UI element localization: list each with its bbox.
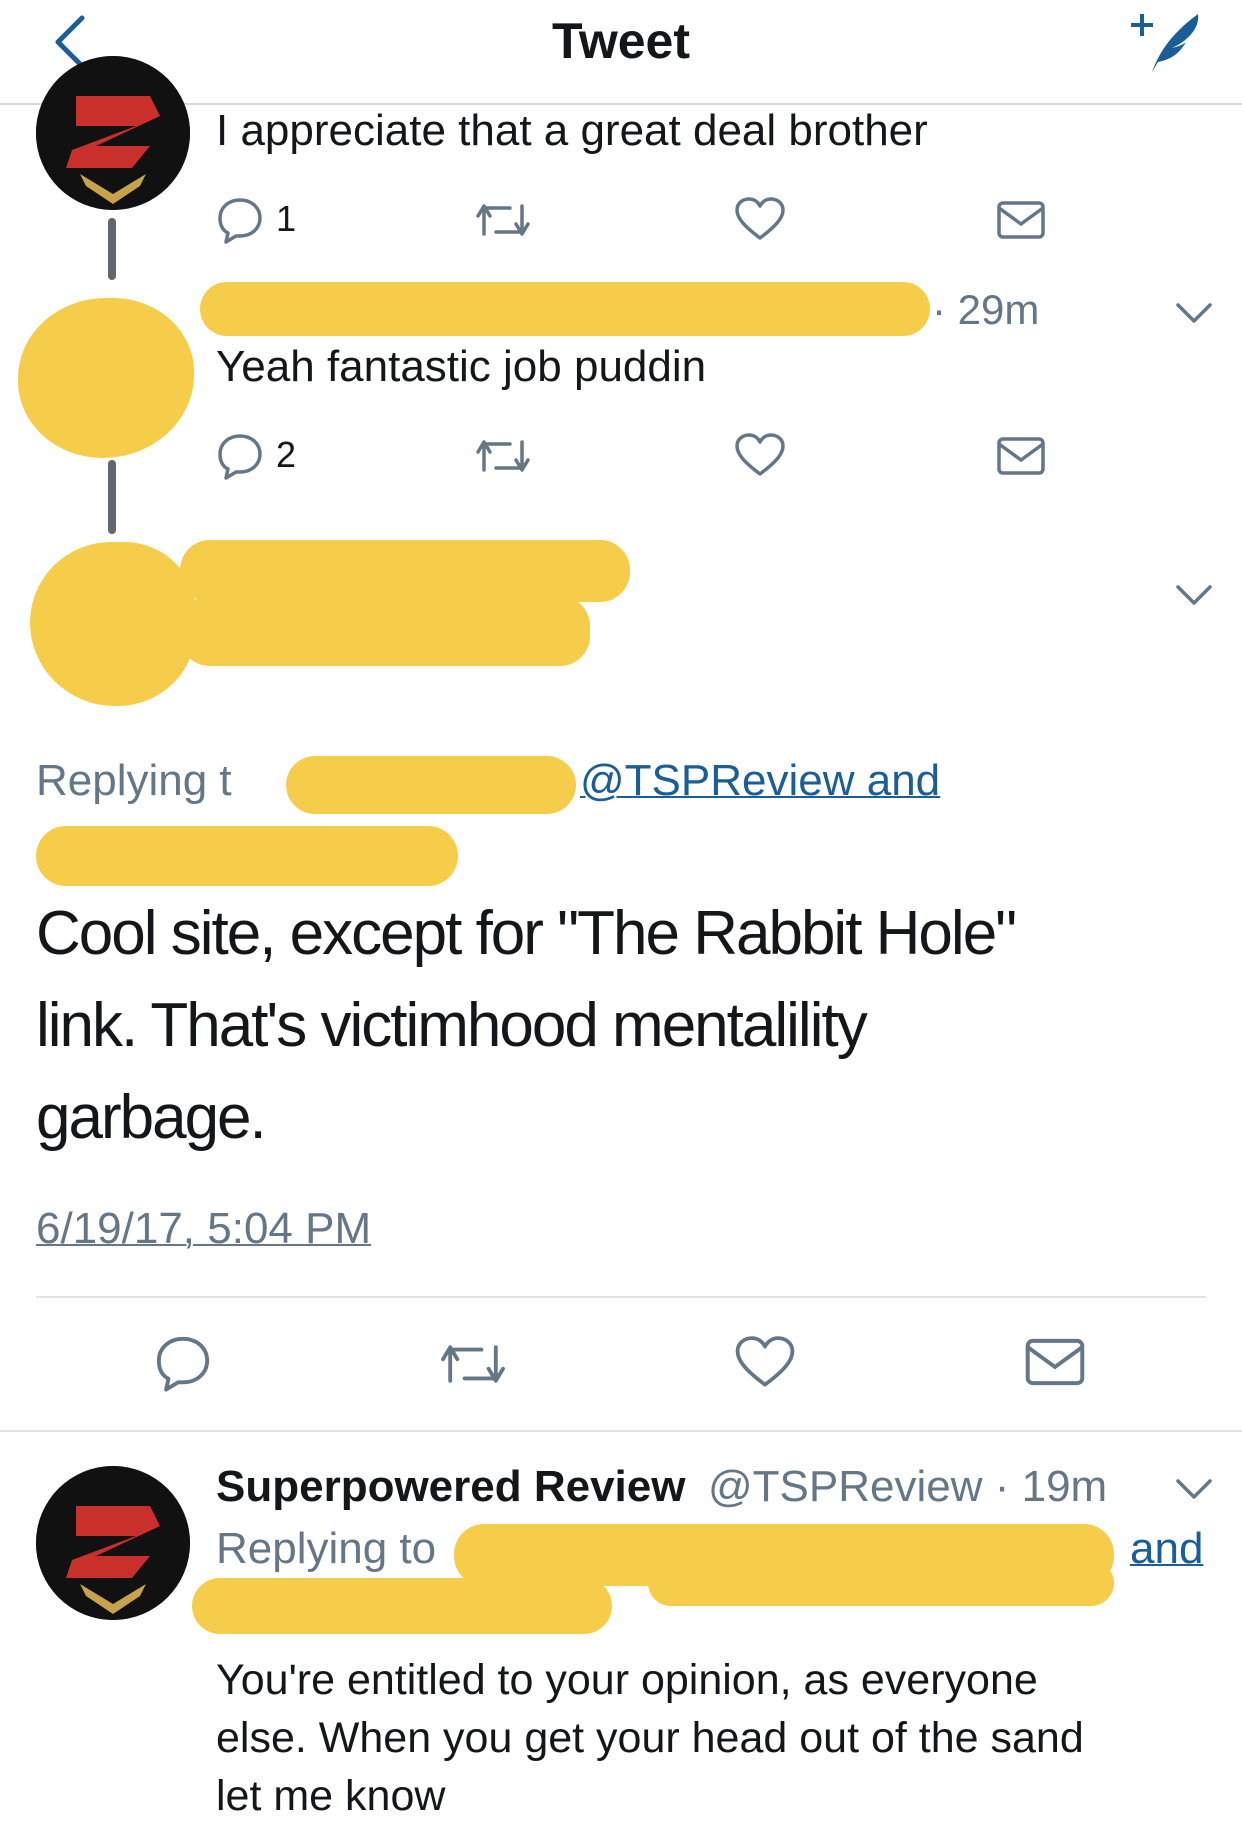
reply-text: I appreciate that a great deal brother xyxy=(216,106,928,155)
divider xyxy=(0,1430,1242,1432)
reply-icon[interactable] xyxy=(154,1334,212,1392)
chevron-down-icon[interactable] xyxy=(1174,582,1214,608)
reply-icon[interactable] xyxy=(216,196,264,244)
redacted-avatar xyxy=(30,542,196,706)
chevron-down-icon[interactable] xyxy=(1174,1476,1214,1502)
heart-icon[interactable] xyxy=(734,432,786,478)
redacted-avatar xyxy=(18,298,194,458)
replying-to-label: Replying to xyxy=(216,1524,437,1573)
reply-time: · 29m xyxy=(932,286,1040,333)
chevron-down-icon[interactable] xyxy=(1174,300,1214,326)
envelope-icon[interactable] xyxy=(1024,1336,1086,1388)
replying-to-label: Replying t xyxy=(36,756,232,805)
nav-bar: Tweet xyxy=(0,0,1242,105)
page-title: Tweet xyxy=(552,13,690,69)
reply-text-line: else. When you get your head out of the … xyxy=(216,1714,1084,1762)
envelope-icon[interactable] xyxy=(996,200,1046,240)
thread-line xyxy=(108,218,116,280)
superpowered-logo-icon xyxy=(36,56,190,210)
redacted-name xyxy=(180,540,630,602)
heart-icon[interactable] xyxy=(734,196,786,242)
avatar[interactable] xyxy=(36,1466,190,1620)
envelope-icon[interactable] xyxy=(996,436,1046,476)
redacted-mention xyxy=(36,826,458,886)
reply-text: Yeah fantastic job puddin xyxy=(216,342,707,391)
reply-count: 2 xyxy=(276,434,297,475)
reply-text-line: let me know xyxy=(216,1772,446,1820)
retweet-icon[interactable] xyxy=(438,1340,508,1388)
heart-icon[interactable] xyxy=(734,1334,796,1390)
divider xyxy=(36,1296,1206,1298)
retweet-icon[interactable] xyxy=(474,200,532,240)
reply-icon[interactable] xyxy=(216,432,264,480)
replying-to-suffix[interactable]: and xyxy=(1130,1524,1203,1574)
tweet-text-line: garbage. xyxy=(36,1083,267,1152)
redacted-mention xyxy=(192,1578,612,1634)
tweet-text-line: link. That's victimhood mentalility xyxy=(36,991,868,1060)
superpowered-logo-icon xyxy=(36,1466,190,1620)
redacted-mention xyxy=(648,1560,1114,1606)
avatar[interactable] xyxy=(36,56,190,210)
redacted-handle xyxy=(180,596,590,666)
retweet-icon[interactable] xyxy=(474,436,532,476)
replying-to-mention[interactable]: @TSPReview and xyxy=(580,756,940,806)
tweet-text-line: Cool site, except for "The Rabbit Hole" xyxy=(36,899,1017,968)
compose-quill-icon[interactable] xyxy=(1128,6,1208,76)
reply-text-line: You're entitled to your opinion, as ever… xyxy=(216,1656,1038,1704)
author-name[interactable]: Superpowered Review xyxy=(216,1462,685,1512)
redacted-name xyxy=(200,282,930,336)
tweet-timestamp[interactable]: 6/19/17, 5:04 PM xyxy=(36,1204,371,1254)
reply-count: 1 xyxy=(276,198,297,239)
thread-line xyxy=(108,460,116,534)
author-handle-time: @TSPReview · 19m xyxy=(708,1462,1108,1511)
redacted-mention xyxy=(286,756,576,814)
